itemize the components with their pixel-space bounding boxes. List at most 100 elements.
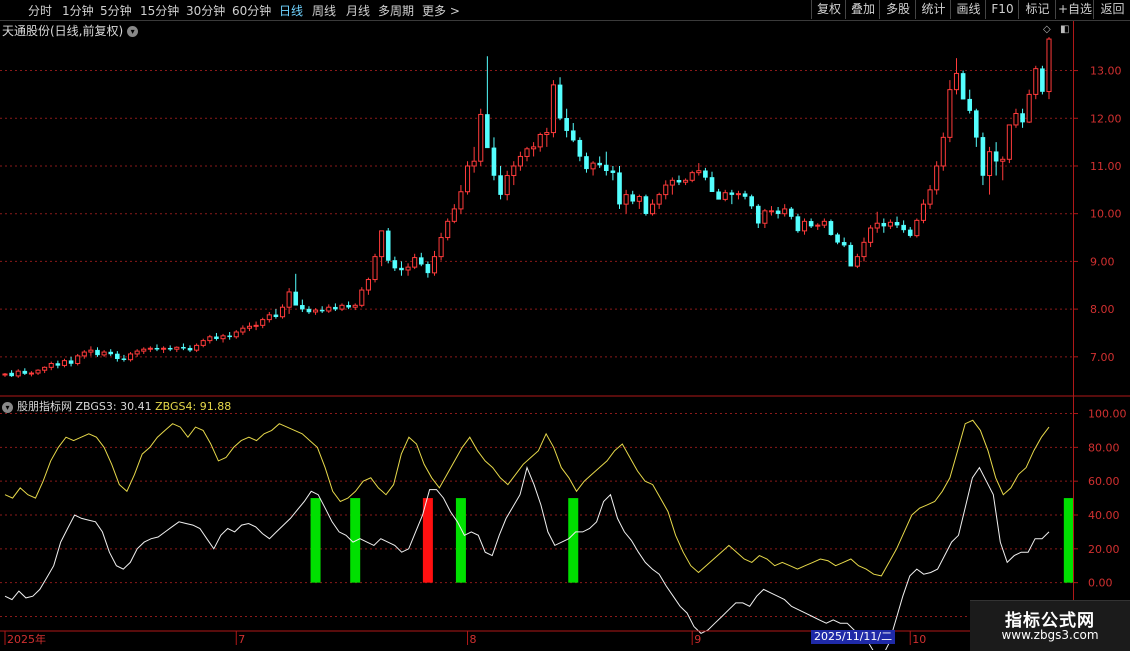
candle-body xyxy=(729,192,735,195)
candle-body xyxy=(749,196,754,207)
period-tab-4[interactable]: 30分钟 xyxy=(186,2,225,19)
candle-body xyxy=(821,220,827,226)
candle-body xyxy=(835,234,840,243)
candle-body xyxy=(233,331,239,338)
signal-bar xyxy=(310,498,321,583)
price-tick-label: 13.00 xyxy=(1090,65,1122,78)
candle-body xyxy=(861,241,867,258)
candle-body xyxy=(2,373,8,376)
candle-body xyxy=(841,242,847,246)
candle-body xyxy=(557,84,563,119)
candle-body xyxy=(28,372,34,375)
price-tick-label: 9.00 xyxy=(1090,255,1115,268)
candle-body xyxy=(214,336,219,339)
toolbar-button-6[interactable]: 标记 xyxy=(1018,0,1056,19)
candle-body xyxy=(577,139,583,157)
candle-body xyxy=(246,325,253,329)
candle-body xyxy=(313,309,319,313)
chevron-down-icon[interactable]: ▾ xyxy=(127,26,139,37)
indicator-tick-label: 20.00 xyxy=(1088,543,1120,556)
candle-body xyxy=(273,314,279,318)
candle-body xyxy=(570,130,576,141)
price-tick-label: 12.00 xyxy=(1090,112,1122,125)
candle-body xyxy=(808,221,814,227)
candle-body xyxy=(564,118,569,131)
candle-body xyxy=(768,210,775,213)
candle-body xyxy=(947,89,953,138)
signal-bar xyxy=(422,498,433,583)
indicator-tick-label: 80.00 xyxy=(1088,441,1120,454)
toolbar-button-0[interactable]: 复权 xyxy=(811,0,846,19)
candle-body xyxy=(669,179,675,186)
candle-body xyxy=(537,133,543,148)
period-tab-1[interactable]: 1分钟 xyxy=(62,2,94,19)
candle-body xyxy=(286,291,292,308)
candle-body xyxy=(960,73,966,100)
candle-body xyxy=(194,344,200,351)
period-tab-5[interactable]: 60分钟 xyxy=(232,2,271,19)
panel-toggle-icon[interactable]: ◧ xyxy=(1060,24,1069,35)
candle-body xyxy=(934,165,940,191)
candle-body xyxy=(127,353,134,361)
candle-body xyxy=(15,370,21,377)
period-tab-7[interactable]: 周线 xyxy=(312,2,336,19)
period-toolbar: 分时 1分钟 5分钟 15分钟 30分钟 60分钟 日线 周线 月线 多周期 更多 > 复权 叠加 多股统… xyxy=(0,0,1130,21)
candle-body xyxy=(762,210,768,224)
chart-canvas[interactable]: 13.0012.0011.0010.009.008.007.00100.0080… xyxy=(0,0,1130,650)
candle-body xyxy=(365,279,371,291)
period-tab-9[interactable]: 多周期 xyxy=(378,2,414,19)
candle-body xyxy=(504,175,510,196)
candle-body xyxy=(95,349,100,356)
candle-body xyxy=(1020,113,1025,123)
indicator-source: 股朋指标网 xyxy=(17,400,72,413)
candle-body xyxy=(55,363,61,366)
toolbar-button-5[interactable]: F10 xyxy=(985,0,1019,19)
chevron-down-icon[interactable]: ▾ xyxy=(2,401,13,413)
toolbar-button-1[interactable]: 叠加 xyxy=(845,0,880,19)
candle-body xyxy=(346,305,351,308)
candle-body xyxy=(372,256,378,281)
period-tab-10[interactable]: 更多 > xyxy=(422,2,460,19)
candle-body xyxy=(266,314,272,321)
period-tab-6[interactable]: 日线 xyxy=(279,2,303,19)
candle-body xyxy=(1033,68,1039,95)
toolbar-button-4[interactable]: 画线 xyxy=(950,0,986,19)
period-tab-0[interactable]: 分时 xyxy=(28,2,52,19)
diamond-icon[interactable]: ◇ xyxy=(1043,24,1051,35)
candle-body xyxy=(485,114,490,149)
candle-body xyxy=(927,189,933,205)
candle-body xyxy=(709,177,715,192)
watermark: 指标公式网 www.zbgs3.com xyxy=(970,600,1130,651)
candle-body xyxy=(742,193,748,197)
candle-body xyxy=(306,308,312,313)
toolbar-button-2[interactable]: 多股 xyxy=(879,0,916,19)
candle-body xyxy=(649,203,656,215)
toolbar-button-7[interactable]: +自选 xyxy=(1055,0,1094,19)
toolbar-button-8[interactable]: 返回 xyxy=(1093,0,1130,19)
candle-body xyxy=(696,170,702,174)
candle-body xyxy=(333,306,338,310)
candle-body xyxy=(174,346,180,350)
candle-body xyxy=(993,151,999,162)
period-tab-8[interactable]: 月线 xyxy=(346,2,370,19)
candle-body xyxy=(412,257,418,268)
candle-body xyxy=(676,180,682,183)
period-tab-2[interactable]: 5分钟 xyxy=(100,2,132,19)
candle-body xyxy=(81,351,87,357)
time-tick-label: 8 xyxy=(470,633,477,646)
price-tick-label: 11.00 xyxy=(1090,160,1122,173)
candle-body xyxy=(22,370,28,374)
candle-body xyxy=(887,221,893,227)
watermark-url: www.zbgs3.com xyxy=(1001,628,1099,642)
period-tab-3[interactable]: 15分钟 xyxy=(140,2,179,19)
candle-body xyxy=(689,172,695,181)
candle-body xyxy=(451,208,457,222)
candle-body xyxy=(603,164,609,172)
candle-body xyxy=(1046,38,1052,93)
candle-body xyxy=(801,220,808,232)
zbgs3-label: ZBGS3: xyxy=(75,400,117,413)
candle-body xyxy=(385,230,391,261)
candle-body xyxy=(200,340,206,346)
toolbar-button-3[interactable]: 统计 xyxy=(915,0,951,19)
signal-bar xyxy=(1063,498,1074,583)
